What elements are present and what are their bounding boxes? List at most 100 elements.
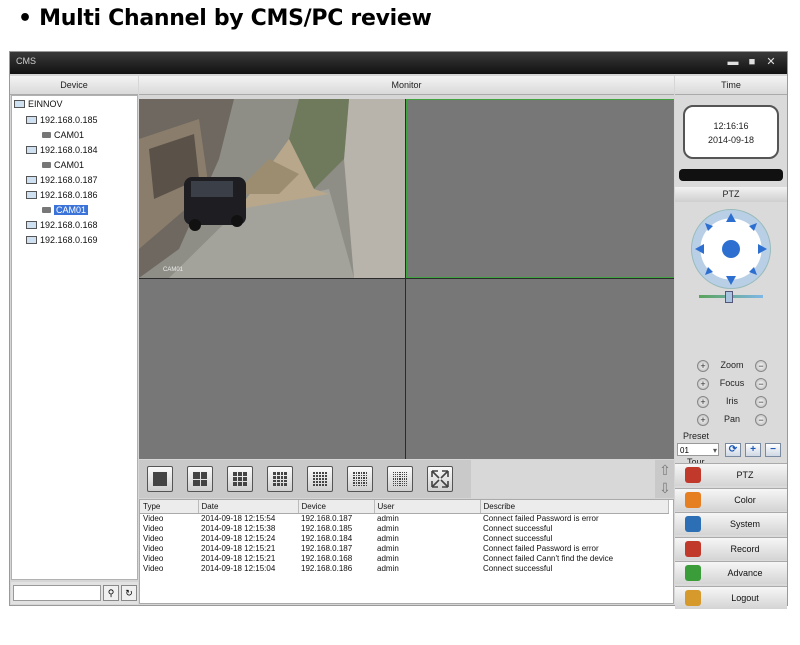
tree-item-label: 192.168.0.184 xyxy=(40,145,98,155)
table-row[interactable]: Video 2014-09-18 12:15:38 192.168.0.185 adm… xyxy=(140,524,668,534)
plus-icon[interactable]: + xyxy=(697,396,709,408)
tree-device[interactable]: 192.168.0.184 xyxy=(26,145,98,155)
tree-device[interactable]: 192.168.0.169 xyxy=(26,235,98,245)
column-header[interactable]: Type xyxy=(140,500,199,514)
maximize-button[interactable]: ■ xyxy=(745,55,759,69)
menu-color[interactable]: Color xyxy=(675,487,787,511)
refresh-icon[interactable]: ↻ xyxy=(121,585,137,601)
preset-add-button[interactable]: + xyxy=(745,443,761,457)
ptz-control-label: Pan xyxy=(723,414,740,424)
table-cell: admin xyxy=(377,564,399,573)
color-icon xyxy=(685,491,701,508)
tree-search-input[interactable] xyxy=(13,585,101,601)
joystick-center[interactable] xyxy=(722,240,740,258)
column-header[interactable]: Describe xyxy=(480,500,669,514)
search-icon[interactable]: ⚲ xyxy=(103,585,119,601)
menu-logout[interactable]: Logout xyxy=(675,585,787,609)
tree-device[interactable]: 192.168.0.187 xyxy=(26,175,98,185)
minus-icon[interactable]: − xyxy=(755,396,767,408)
layout-4-button[interactable] xyxy=(187,466,213,492)
tree-device[interactable]: 192.168.0.186 xyxy=(26,190,98,200)
table-cell: Connect failed Cann't find the device xyxy=(483,554,614,563)
layout-9-button[interactable] xyxy=(227,466,253,492)
computer-icon xyxy=(26,236,37,244)
layout-toolbar: ⇧ ⇩ xyxy=(139,460,674,498)
clock-date: 2014-09-18 xyxy=(707,135,755,145)
minus-icon[interactable]: − xyxy=(755,414,767,426)
tree-item-label: 192.168.0.168 xyxy=(40,220,98,230)
column-header[interactable]: Device xyxy=(298,500,375,514)
table-row[interactable]: Video 2014-09-18 12:15:21 192.168.0.168 adm… xyxy=(140,554,668,564)
plus-icon[interactable]: + xyxy=(697,414,709,426)
plus-icon[interactable]: + xyxy=(697,378,709,390)
layout-64-button[interactable] xyxy=(387,466,413,492)
tree-camera[interactable]: CAM01 xyxy=(42,160,84,170)
table-cell: 192.168.0.184 xyxy=(301,534,353,543)
ptz-control-label: Iris xyxy=(726,396,738,406)
tree-footer: ⚲ ↻ xyxy=(11,582,138,604)
table-cell: admin xyxy=(377,534,399,543)
computer-icon xyxy=(26,176,37,184)
table-row[interactable]: Video 2014-09-18 12:15:24 192.168.0.184 adm… xyxy=(140,534,668,544)
table-cell: Video xyxy=(143,514,164,523)
table-cell: 192.168.0.187 xyxy=(301,514,353,523)
tree-device[interactable]: 192.168.0.185 xyxy=(26,115,98,125)
video-overlay-label: CAM01 xyxy=(163,267,184,273)
time-header: Time xyxy=(675,76,787,95)
table-cell: 2014-09-18 12:15:04 xyxy=(201,564,276,573)
tree-camera[interactable]: CAM01 xyxy=(42,205,89,215)
plus-icon[interactable]: + xyxy=(697,360,709,372)
scroll-down-icon[interactable]: ⇩ xyxy=(657,479,673,497)
tree-item-label: CAM01 xyxy=(54,205,89,215)
menu-ptz[interactable]: PTZ xyxy=(675,463,787,486)
tree-camera[interactable]: CAM01 xyxy=(42,130,84,140)
preset-remove-button[interactable]: − xyxy=(765,443,781,457)
table-cell: Connect failed Password is error xyxy=(483,514,599,523)
table-row[interactable]: Video 2014-09-18 12:15:54 192.168.0.187 adm… xyxy=(140,514,668,525)
column-header[interactable]: Date xyxy=(198,500,299,514)
tree-root[interactable]: EINNOV xyxy=(14,99,63,109)
camera-icon xyxy=(42,132,51,138)
title-bar: CMS ▬ ■ ✕ xyxy=(10,52,787,74)
video-channel-4[interactable] xyxy=(406,279,674,459)
speed-slider-knob[interactable] xyxy=(725,291,733,303)
ptz-control-pan: + Pan − xyxy=(697,413,767,427)
close-button[interactable]: ✕ xyxy=(764,55,778,69)
menu-advance[interactable]: Advance xyxy=(675,561,787,584)
preset-call-button[interactable]: ⟳ xyxy=(725,443,741,457)
ptz-joystick[interactable] xyxy=(691,209,771,289)
table-cell: Video xyxy=(143,554,164,563)
plus-icon: + xyxy=(750,444,756,455)
menu-system[interactable]: System xyxy=(675,512,787,535)
minus-icon[interactable]: − xyxy=(755,360,767,372)
tree-device[interactable]: 192.168.0.168 xyxy=(26,220,98,230)
system-icon xyxy=(685,516,701,532)
menu-label: System xyxy=(729,519,760,529)
video-channel-3[interactable] xyxy=(139,279,405,459)
computer-icon xyxy=(26,116,37,124)
layout-36-button[interactable] xyxy=(347,466,373,492)
video-channel-1[interactable]: CAM01 xyxy=(139,99,405,278)
clock-display: 12:16:16 2014-09-18 xyxy=(683,105,779,159)
preset-select[interactable]: 01 xyxy=(677,443,719,457)
minimize-button[interactable]: ▬ xyxy=(726,55,740,69)
video-channel-2[interactable] xyxy=(406,99,674,278)
fullscreen-button[interactable] xyxy=(427,466,453,492)
layout-64-icon xyxy=(393,472,407,486)
layout-25-button[interactable] xyxy=(307,466,333,492)
table-cell: admin xyxy=(377,514,399,523)
column-header[interactable]: User xyxy=(374,500,481,514)
table-cell: Connect failed Password is error xyxy=(483,544,599,553)
layout-1-button[interactable] xyxy=(147,466,173,492)
tree-item-label: CAM01 xyxy=(54,160,85,170)
table-row[interactable]: Video 2014-09-18 12:15:21 192.168.0.187 adm… xyxy=(140,544,668,554)
layout-16-icon xyxy=(273,472,287,486)
network-icon xyxy=(14,100,25,108)
menu-record[interactable]: Record xyxy=(675,536,787,560)
device-header: Device xyxy=(10,76,138,95)
table-row[interactable]: Video 2014-09-18 12:15:04 192.168.0.186 adm… xyxy=(140,564,668,574)
scroll-up-icon[interactable]: ⇧ xyxy=(657,461,673,479)
minus-icon[interactable]: − xyxy=(755,378,767,390)
computer-icon xyxy=(26,191,37,199)
layout-16-button[interactable] xyxy=(267,466,293,492)
